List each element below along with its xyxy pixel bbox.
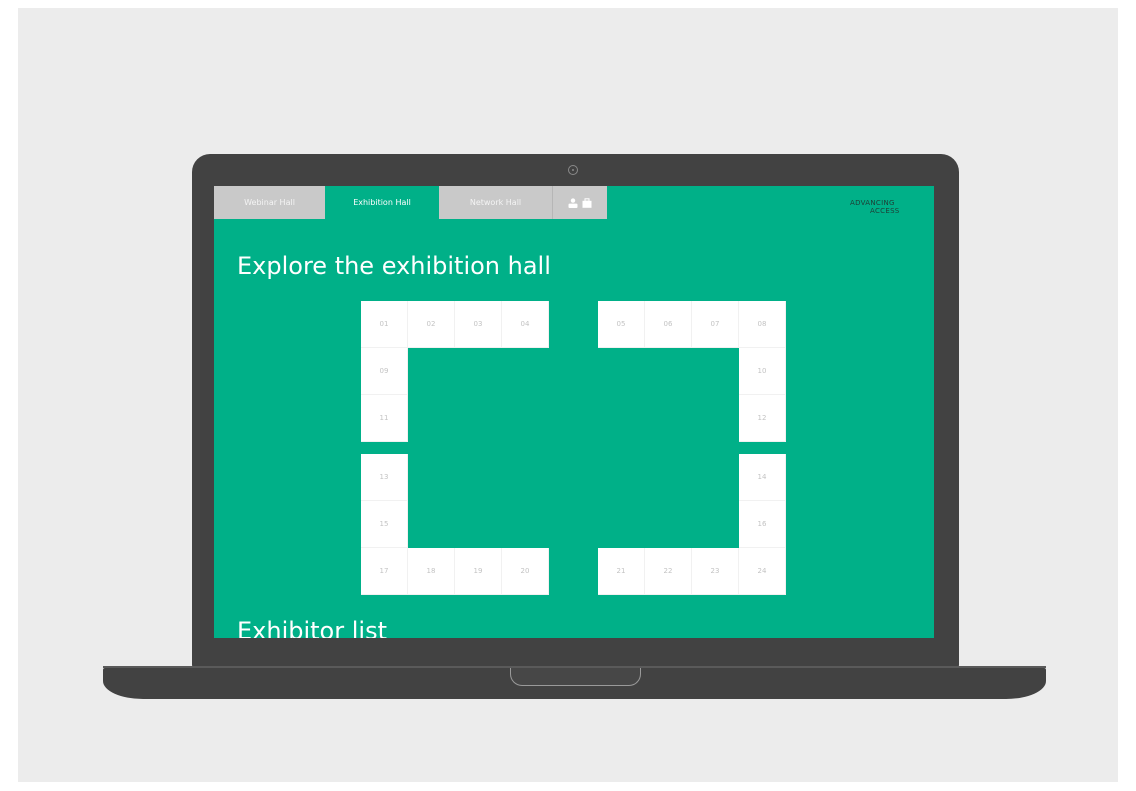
booth-23[interactable]: 23	[692, 548, 739, 595]
booth-15[interactable]: 15	[361, 501, 408, 548]
booth-19[interactable]: 19	[455, 548, 502, 595]
tab-label: Exhibition Hall	[353, 198, 411, 207]
tab-label: Network Hall	[469, 198, 522, 207]
booth-21[interactable]: 21	[598, 548, 645, 595]
booth-03[interactable]: 03	[455, 301, 502, 348]
briefcase-icon[interactable]	[582, 197, 592, 208]
booth-22[interactable]: 22	[645, 548, 692, 595]
booth-04[interactable]: 04	[502, 301, 549, 348]
booth-09[interactable]: 09	[361, 348, 408, 395]
camera-icon	[568, 165, 578, 175]
booth-14[interactable]: 14	[739, 454, 786, 501]
user-icon[interactable]	[568, 197, 578, 208]
tab-webinar-hall[interactable]: Webinar Hall	[214, 186, 325, 219]
booth-17[interactable]: 17	[361, 548, 408, 595]
booth-02[interactable]: 02	[408, 301, 455, 348]
booth-11[interactable]: 11	[361, 395, 408, 442]
logo-line-2: ACCESS	[870, 207, 900, 215]
advancing-access-logo: ADVANCING ACCESS	[850, 194, 912, 224]
booth-24[interactable]: 24	[739, 548, 786, 595]
booth-05[interactable]: 05	[598, 301, 645, 348]
booth-20[interactable]: 20	[502, 548, 549, 595]
booth-08[interactable]: 08	[739, 301, 786, 348]
tab-network-hall[interactable]: Network Hall	[439, 186, 553, 219]
logo-line-1: ADVANCING	[850, 199, 895, 207]
booth-12[interactable]: 12	[739, 395, 786, 442]
tab-tools[interactable]	[553, 186, 607, 219]
booth-07[interactable]: 07	[692, 301, 739, 348]
booth-01[interactable]: 01	[361, 301, 408, 348]
booth-10[interactable]: 10	[739, 348, 786, 395]
section-title: Exhibitor list	[237, 617, 387, 638]
booth-18[interactable]: 18	[408, 548, 455, 595]
booth-13[interactable]: 13	[361, 454, 408, 501]
page-title: Explore the exhibition hall	[237, 252, 551, 280]
booth-16[interactable]: 16	[739, 501, 786, 548]
app-screen: Webinar Hall Exhibition Hall Network Hal…	[214, 186, 934, 638]
tab-exhibition-hall[interactable]: Exhibition Hall	[325, 186, 439, 219]
laptop-notch	[510, 668, 641, 686]
booth-06[interactable]: 06	[645, 301, 692, 348]
hall-tabs: Webinar Hall Exhibition Hall Network Hal…	[214, 186, 607, 219]
tab-label: Webinar Hall	[244, 198, 295, 207]
